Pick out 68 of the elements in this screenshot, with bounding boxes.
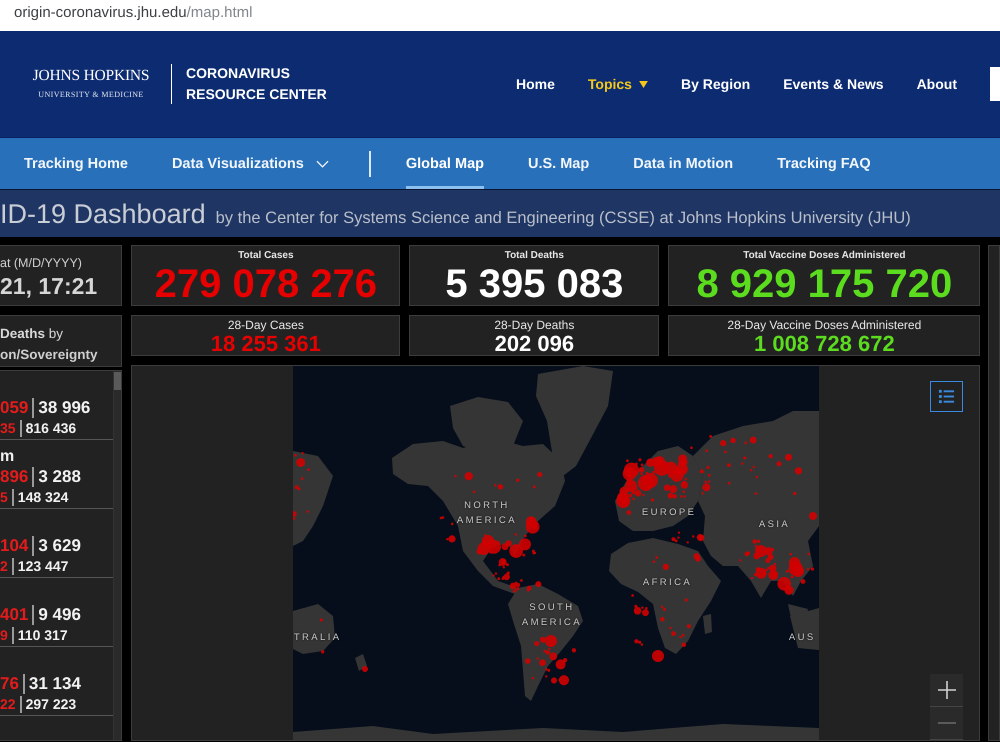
map-label: ASIA (758, 518, 790, 532)
tab[interactable]: Tracking Home (24, 138, 128, 189)
zoom-in-button[interactable] (930, 674, 964, 707)
map-label: AUS (788, 631, 816, 645)
site-title[interactable]: CORONAVIRUS RESOURCE CENTER (186, 63, 336, 105)
primary-count: 896 (0, 466, 28, 488)
nav-link[interactable]: By Region (680, 74, 750, 94)
primary-count: 104 (0, 535, 28, 557)
tab[interactable]: Tracking FAQ (777, 138, 871, 189)
stat-label: 28-Day Vaccine Doses Administered (727, 318, 922, 332)
legend-button[interactable] (930, 381, 964, 412)
tab[interactable]: Data in Motion (633, 138, 734, 189)
stat-value: 18 255 361 (210, 332, 321, 355)
stat-label: Total Vaccine Doses Administered (743, 249, 906, 263)
stat-value: 1 008 728 672 (754, 332, 895, 355)
stat-label: 28-Day Deaths (494, 318, 574, 332)
nav-link[interactable]: Topics (588, 74, 648, 94)
tab[interactable]: U.S. Map (528, 138, 590, 189)
list-heading: Deaths by (0, 325, 64, 343)
dashboard-byline: by the Center for Systems Science and Engineering (CSSE) at Johns Hopkins University (JHU) (216, 208, 911, 229)
secondary-count: 38 996 (38, 397, 90, 419)
primary-count: 22 (0, 695, 16, 714)
map-label: NORTH AMERICA (456, 499, 517, 528)
world-map[interactable] (292, 366, 819, 740)
secondary-count: 31 134 (28, 673, 81, 695)
primary-count: 76 (0, 673, 19, 695)
primary-count: 059 (0, 397, 28, 419)
primary-count: 401 (0, 604, 28, 626)
scrollbar-thumb[interactable] (114, 372, 122, 390)
secondary-count: 123 447 (18, 557, 68, 576)
stat-value: 279 078 276 (154, 263, 378, 305)
region-name: m (0, 448, 14, 465)
list-heading: on/Sovereignty (0, 346, 99, 364)
minus-icon (938, 722, 956, 724)
secondary-count: 297 223 (26, 695, 76, 714)
plus-icon (938, 681, 956, 699)
stat-value: 5 395 083 (445, 263, 624, 305)
stat-value: 202 096 (494, 332, 574, 355)
stat-label: Total Cases (238, 249, 294, 263)
updated-value: 21, 17:21 (0, 272, 98, 301)
primary-count: 2 (0, 557, 8, 576)
list-icon (938, 388, 956, 405)
address-bar[interactable]: origin-coronavirus.jhu.edu/map.html (0, 0, 1000, 31)
scrollbar[interactable] (113, 371, 122, 740)
tab[interactable]: Data Visualizations (172, 138, 329, 189)
nav-link[interactable]: About (916, 74, 957, 94)
secondary-count: 9 496 (38, 604, 81, 626)
secondary-count: 110 317 (18, 626, 68, 645)
secondary-count: 148 324 (18, 488, 68, 507)
primary-count: 5 (0, 488, 8, 507)
stat-value: 8 929 175 720 (696, 263, 952, 305)
dashboard-title: ID-19 Dashboard (0, 198, 206, 230)
map-label: EUROPE (642, 506, 696, 520)
updated-label: at (M/D/YYYY) (0, 255, 83, 271)
primary-count: 9 (0, 626, 8, 645)
logo-wordmark[interactable]: JOHNS HOPKINS (32, 67, 150, 85)
map-label: SOUTH AMERICA (522, 601, 582, 630)
nav-link[interactable]: Home (516, 74, 555, 94)
map-label: AFRICA (642, 576, 692, 590)
map-label: TRALIA (294, 631, 342, 645)
stat-label: 28-Day Cases (228, 318, 304, 332)
stat-label: Total Deaths (504, 249, 564, 263)
secondary-count: 816 436 (26, 419, 76, 438)
logo-subtitle: UNIVERSITY & MEDICINE (38, 89, 144, 101)
secondary-count: 3 629 (38, 535, 81, 557)
secondary-count: 3 288 (38, 466, 81, 488)
nav-link[interactable]: Events & News (783, 74, 884, 94)
primary-count: 35 (0, 419, 16, 438)
